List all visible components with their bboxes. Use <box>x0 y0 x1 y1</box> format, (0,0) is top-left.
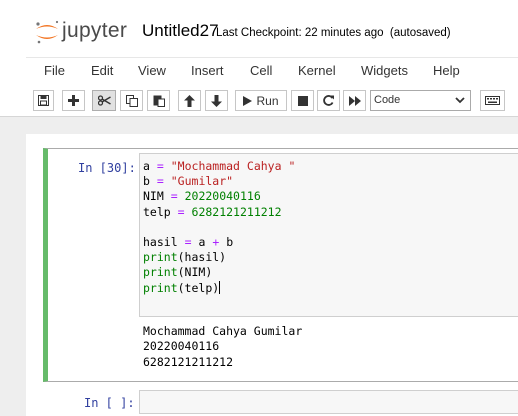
command-palette-button[interactable] <box>480 90 505 111</box>
output-line: 20220040116 <box>143 339 220 354</box>
menu-help[interactable]: Help <box>433 63 460 78</box>
arrow-down-icon <box>211 94 222 107</box>
menu-widgets[interactable]: Widgets <box>361 63 408 78</box>
menubar: File Edit View Insert Cell Kernel Widget… <box>0 57 518 85</box>
stop-icon <box>297 95 308 106</box>
text-cursor <box>219 280 221 294</box>
output-line: 6282121211212 <box>143 354 234 369</box>
header: jupyter Untitled27 Last Checkpoint: 22 m… <box>0 0 518 57</box>
fast-forward-icon <box>348 95 361 106</box>
jupyter-brand[interactable]: jupyter <box>62 19 127 43</box>
save-button[interactable] <box>33 90 54 111</box>
code-line: b = "Gumilar" <box>143 174 234 189</box>
save-icon <box>38 95 49 106</box>
restart-icon <box>323 95 334 106</box>
cut-icon <box>97 95 111 106</box>
menubar-divider <box>26 57 518 58</box>
move-up-button[interactable] <box>178 90 201 111</box>
code-line: print(NIM) <box>143 265 213 280</box>
copy-icon <box>125 94 138 107</box>
copy-button[interactable] <box>120 90 143 111</box>
autosave-status: (autosaved) <box>389 27 451 39</box>
insert-cell-button[interactable] <box>62 90 85 111</box>
cell-type-select[interactable]: Code <box>370 90 471 111</box>
code-line: a = "Mochammad Cahya " <box>143 159 296 173</box>
keyboard-icon <box>485 96 500 105</box>
restart-kernel-button[interactable] <box>317 90 340 111</box>
restart-run-all-button[interactable] <box>343 90 366 111</box>
jupyter-logo-icon <box>36 20 59 44</box>
run-button[interactable]: Run <box>235 90 287 111</box>
code-line: telp = 6282121211212 <box>143 204 282 219</box>
arrow-up-icon <box>184 94 195 107</box>
output-line: Mochammad Cahya Gumilar <box>143 324 303 338</box>
paste-icon <box>153 95 165 107</box>
notebook-title[interactable]: Untitled27 <box>142 21 219 41</box>
chevron-down-icon <box>455 97 465 104</box>
paste-button[interactable] <box>147 90 170 111</box>
menu-edit[interactable]: Edit <box>91 63 113 78</box>
checkpoint-status: Last Checkpoint: 22 minutes ago (autosav… <box>216 27 451 39</box>
plus-icon <box>68 95 79 106</box>
code-editor[interactable]: a = "Mochammad Cahya " b = "Gumilar" NIM… <box>143 159 295 296</box>
menu-view[interactable]: View <box>138 63 166 78</box>
menu-file[interactable]: File <box>44 63 65 78</box>
code-line: print(telp) <box>143 280 221 295</box>
move-down-button[interactable] <box>205 90 228 111</box>
code-line: print(hasil) <box>143 250 227 265</box>
checkpoint-text: Last Checkpoint: 22 minutes ago <box>216 27 384 39</box>
code-line: hasil = a + b <box>143 235 234 250</box>
toolbar: Run Code <box>0 85 518 117</box>
interrupt-kernel-button[interactable] <box>291 90 314 111</box>
play-icon <box>243 95 253 106</box>
menu-cell[interactable]: Cell <box>250 63 272 78</box>
cell-output: Mochammad Cahya Gumilar 20220040116 6282… <box>143 324 302 370</box>
code-line: NIM = 20220040116 <box>143 189 261 204</box>
menu-insert[interactable]: Insert <box>191 63 224 78</box>
run-label: Run <box>256 93 279 108</box>
cell-type-value: Code <box>374 94 401 106</box>
menu-kernel[interactable]: Kernel <box>298 63 336 78</box>
cut-button[interactable] <box>92 90 116 111</box>
empty-cell-prompt: In [ ]: <box>84 396 135 410</box>
empty-code-input[interactable] <box>139 390 518 414</box>
cell-prompt: In [30]: <box>78 161 136 175</box>
